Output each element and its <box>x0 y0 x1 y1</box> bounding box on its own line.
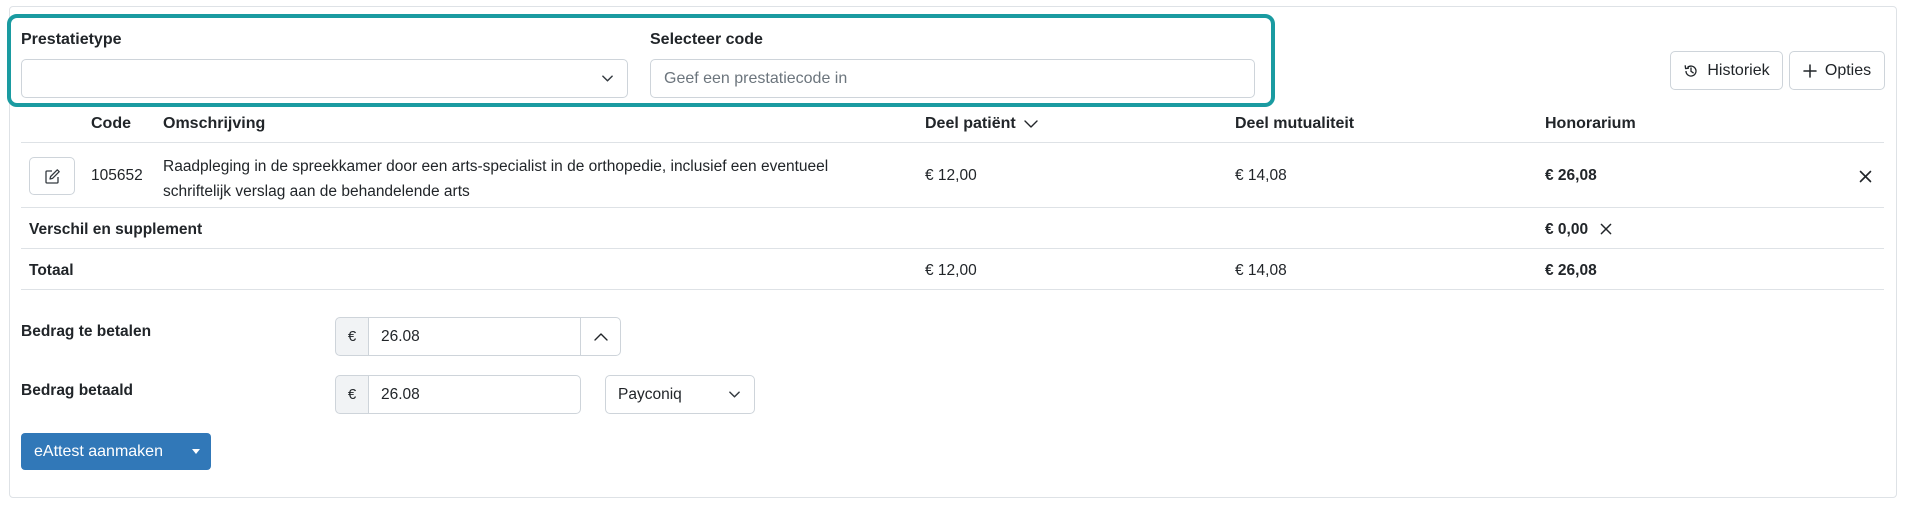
eattest-split-button[interactable]: eAttest aanmaken <box>21 433 211 470</box>
betaald-input[interactable]: 26.08 <box>369 375 581 414</box>
code-search-input[interactable]: Geef een prestatiecode in <box>650 59 1255 98</box>
supplement-label: Verschil en supplement <box>29 221 203 238</box>
header-code: Code <box>91 115 131 132</box>
edit-row-button[interactable] <box>29 157 75 195</box>
opties-button[interactable]: Opties <box>1789 51 1885 90</box>
eattest-button-label: eAttest aanmaken <box>34 442 163 460</box>
totaal-honorarium: € 26,08 <box>1545 262 1597 279</box>
te-betalen-currency: € <box>335 317 369 356</box>
remove-row-close-icon[interactable] <box>1859 170 1872 183</box>
historiek-button[interactable]: Historiek <box>1670 51 1783 90</box>
plus-icon <box>1803 63 1817 78</box>
payment-method-select[interactable]: Payconiq <box>605 375 755 414</box>
opties-label: Opties <box>1824 61 1872 79</box>
eattest-dropdown-toggle[interactable] <box>181 433 211 470</box>
edit-icon <box>44 168 60 184</box>
code-placeholder: Geef een prestatiecode in <box>664 70 848 87</box>
header-honorarium: Honorarium <box>1545 115 1636 132</box>
header-deel-mutualiteit: Deel mutualiteit <box>1235 115 1355 132</box>
totaal-label: Totaal <box>29 262 74 279</box>
prestatietype-label: Prestatietype <box>21 31 122 48</box>
betaald-currency: € <box>335 375 369 414</box>
row-honorarium: € 26,08 <box>1545 167 1597 184</box>
row-omschrijving: Raadpleging in de spreekkamer door een a… <box>163 154 828 204</box>
historiek-label: Historiek <box>1707 61 1770 79</box>
header-deel-patient[interactable]: Deel patiënt <box>925 115 1038 133</box>
row-deel-patient: € 12,00 <box>925 167 977 184</box>
caret-down-icon <box>192 449 200 454</box>
sort-chevron-down-icon <box>1023 120 1038 128</box>
row-deel-mutualiteit: € 14,08 <box>1235 167 1287 184</box>
te-betalen-input[interactable]: 26.08 <box>369 317 581 356</box>
remove-supplement-close-icon[interactable] <box>1600 223 1612 235</box>
chevron-down-icon <box>729 391 740 398</box>
te-betalen-label: Bedrag te betalen <box>21 323 152 340</box>
chevron-up-icon <box>593 333 608 341</box>
table-divider <box>21 142 1884 143</box>
chevron-down-icon <box>602 75 613 82</box>
table-divider <box>21 289 1884 290</box>
te-betalen-increase-button[interactable] <box>580 317 621 356</box>
table-divider <box>21 248 1884 249</box>
prestatietype-select[interactable] <box>21 59 628 98</box>
row-omschrijving-line1: Raadpleging in de spreekkamer door een a… <box>163 158 829 175</box>
supplement-honorarium: € 0,00 <box>1545 221 1589 238</box>
row-code: 105652 <box>91 167 143 184</box>
table-divider <box>21 207 1884 208</box>
code-label: Selecteer code <box>650 31 763 48</box>
betaald-label: Bedrag betaald <box>21 382 133 399</box>
totaal-deel-mutualiteit: € 14,08 <box>1235 262 1287 279</box>
header-deel-patient-label: Deel patiënt <box>925 115 1016 132</box>
totaal-deel-patient: € 12,00 <box>925 262 977 279</box>
history-icon <box>1684 64 1697 77</box>
payment-method-value: Payconiq <box>618 386 682 403</box>
row-omschrijving-line2: schriftelijk verslag aan de behandelende… <box>163 183 470 200</box>
header-omschrijving: Omschrijving <box>163 115 266 132</box>
